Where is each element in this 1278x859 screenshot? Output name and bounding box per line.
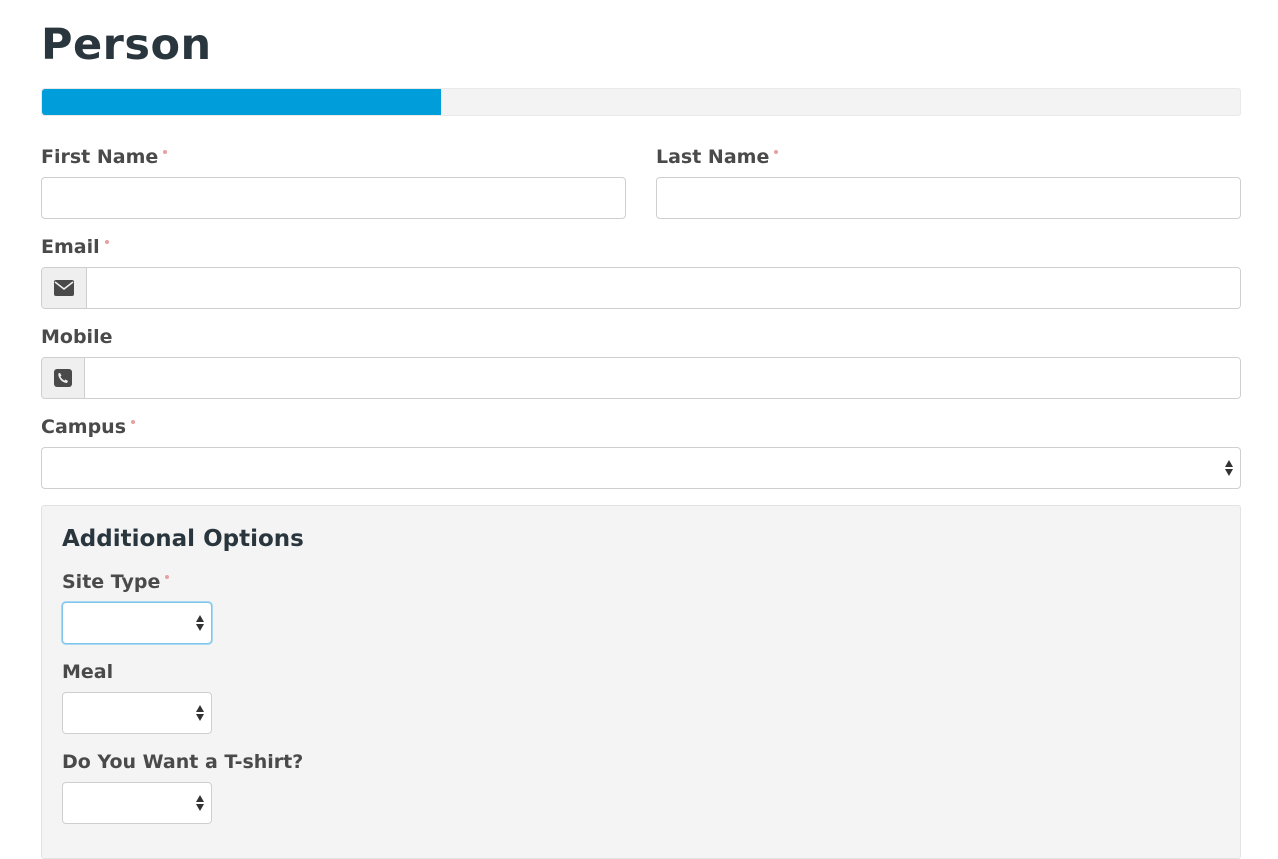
tshirt-label-text: Do You Want a T-shirt? <box>62 751 304 773</box>
envelope-icon <box>54 280 74 296</box>
email-input[interactable] <box>87 268 1240 308</box>
additional-options-panel: Additional Options Site Type Meal Do You… <box>41 505 1241 859</box>
mobile-input[interactable] <box>85 358 1240 398</box>
campus-select[interactable] <box>41 447 1241 489</box>
select-arrows-icon <box>195 703 205 723</box>
email-label-text: Email <box>41 236 100 258</box>
required-indicator <box>163 150 168 154</box>
email-field-group <box>41 267 1241 309</box>
required-indicator <box>165 575 170 579</box>
select-arrows-icon <box>1224 458 1234 478</box>
meal-label: Meal <box>62 661 113 683</box>
site-type-select[interactable] <box>62 602 212 644</box>
meal-select[interactable] <box>62 692 212 734</box>
last-name-label: Last Name <box>656 146 779 168</box>
site-type-label-text: Site Type <box>62 571 161 593</box>
progress-bar-fill <box>42 89 441 115</box>
required-indicator <box>131 420 135 424</box>
required-indicator <box>104 240 109 244</box>
tshirt-label: Do You Want a T-shirt? <box>62 751 303 773</box>
email-addon <box>42 268 87 308</box>
additional-options-title: Additional Options <box>62 526 304 552</box>
select-arrows-icon <box>195 613 205 633</box>
last-name-input[interactable] <box>656 177 1241 219</box>
email-label: Email <box>41 236 109 258</box>
first-name-input[interactable] <box>41 177 626 219</box>
first-name-label: First Name <box>41 146 168 168</box>
phone-icon <box>54 369 72 387</box>
progress-bar <box>41 88 1241 116</box>
select-arrows-icon <box>195 793 205 813</box>
campus-label-text: Campus <box>41 416 126 438</box>
required-indicator <box>774 150 779 154</box>
page-title: Person <box>41 20 212 70</box>
campus-label: Campus <box>41 416 135 438</box>
mobile-label-text: Mobile <box>41 326 113 348</box>
mobile-addon <box>42 358 85 398</box>
site-type-label: Site Type <box>62 571 170 593</box>
meal-label-text: Meal <box>62 661 114 683</box>
last-name-label-text: Last Name <box>656 146 770 168</box>
mobile-label: Mobile <box>41 326 112 348</box>
tshirt-select[interactable] <box>62 782 212 824</box>
mobile-field-group <box>41 357 1241 399</box>
first-name-label-text: First Name <box>41 146 159 168</box>
